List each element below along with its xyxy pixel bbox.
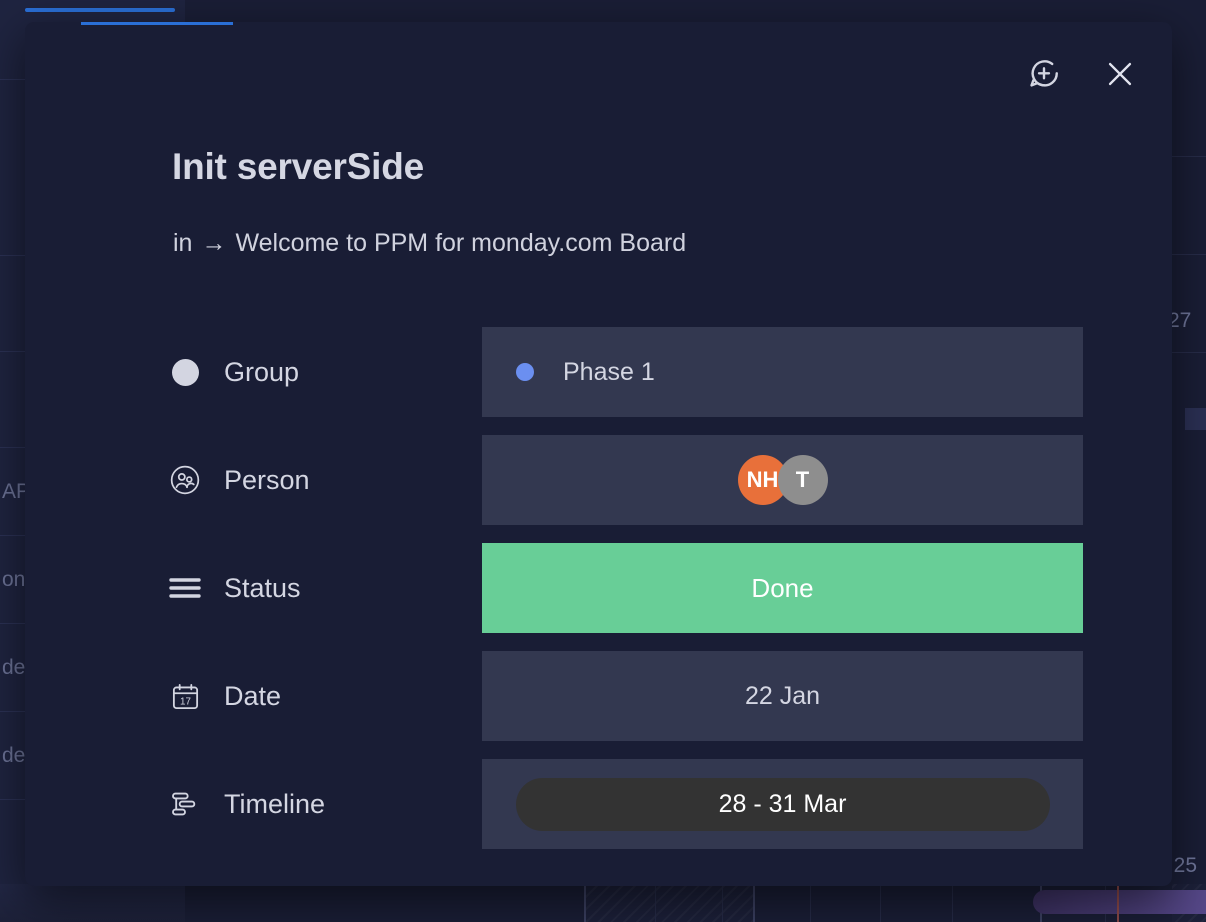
svg-text:17: 17: [180, 696, 191, 707]
arrow-right-icon: →: [201, 231, 226, 256]
add-update-button[interactable]: [1020, 50, 1068, 98]
field-label-text: Group: [224, 357, 299, 388]
weekend-band: [586, 884, 753, 922]
field-label-person: Person: [168, 435, 310, 525]
group-color-dot: [516, 363, 534, 381]
field-row-timeline: Timeline 28 - 31 Mar: [25, 759, 1172, 849]
breadcrumb-board-name: Welcome to PPM for monday.com Board: [235, 229, 686, 258]
field-row-date: 17 Date 22 Jan: [25, 651, 1172, 741]
group-value-text: Phase 1: [563, 358, 655, 387]
timeline-row-highlight: [1185, 408, 1206, 430]
day-gridline: [952, 884, 953, 922]
status-badge: Done: [751, 573, 813, 604]
field-row-group: Group Phase 1: [25, 327, 1172, 417]
avatar-group: NH T: [738, 455, 828, 505]
gantt-bar[interactable]: [1033, 890, 1206, 914]
board-row-label: on: [2, 569, 25, 590]
board-row-label: de: [2, 745, 25, 766]
field-label-text: Date: [224, 681, 281, 712]
field-label-status: Status: [168, 543, 301, 633]
field-row-person: Person NH T: [25, 435, 1172, 525]
field-row-status: Status Done: [25, 543, 1172, 633]
avatar[interactable]: T: [778, 455, 828, 505]
gantt-strip[interactable]: [0, 884, 1206, 922]
field-value-date[interactable]: 22 Jan: [482, 651, 1083, 741]
item-card-modal[interactable]: Init serverSide in → Welcome to PPM for …: [25, 22, 1172, 886]
item-fields: Group Phase 1 Person: [25, 327, 1172, 867]
close-button[interactable]: [1096, 50, 1144, 98]
timeline-icon: [168, 787, 202, 821]
breadcrumb-prefix: in: [173, 229, 192, 258]
day-gridline: [722, 884, 723, 922]
gantt-left-block: [0, 884, 185, 922]
field-label-text: Status: [224, 573, 301, 604]
field-value-person[interactable]: NH T: [482, 435, 1083, 525]
avatar-initials: T: [796, 467, 809, 493]
day-gridline: [880, 884, 881, 922]
today-line: [1117, 884, 1119, 922]
date-value-text: 22 Jan: [745, 682, 820, 711]
field-value-status[interactable]: Done: [482, 543, 1083, 633]
circle-icon: [168, 355, 202, 389]
people-icon: [168, 463, 202, 497]
field-label-timeline: Timeline: [168, 759, 325, 849]
avatar-initials: NH: [747, 467, 779, 493]
field-label-text: Timeline: [224, 789, 325, 820]
page-title: Init serverSide: [172, 146, 424, 188]
day-gridline: [655, 884, 656, 922]
field-label-group: Group: [168, 327, 299, 417]
week-gridline: [584, 884, 586, 922]
status-lines-icon: [168, 571, 202, 605]
close-icon: [1103, 57, 1137, 91]
field-label-date: 17 Date: [168, 651, 281, 741]
board-row-label: de: [2, 657, 25, 678]
breadcrumb: in → Welcome to PPM for monday.com Board: [173, 229, 686, 258]
timeline-pill[interactable]: 28 - 31 Mar: [516, 778, 1050, 831]
timeline-range-text: 28 - 31 Mar: [719, 790, 847, 819]
day-gridline: [810, 884, 811, 922]
field-value-timeline[interactable]: 28 - 31 Mar: [482, 759, 1083, 849]
calendar-icon: 17: [168, 679, 202, 713]
field-value-group[interactable]: Phase 1: [482, 327, 1083, 417]
chat-plus-icon: [1027, 57, 1061, 91]
card-header-actions: [1020, 50, 1144, 98]
card-top-accent: [81, 22, 233, 25]
week-gridline: [753, 884, 755, 922]
field-label-text: Person: [224, 465, 310, 496]
